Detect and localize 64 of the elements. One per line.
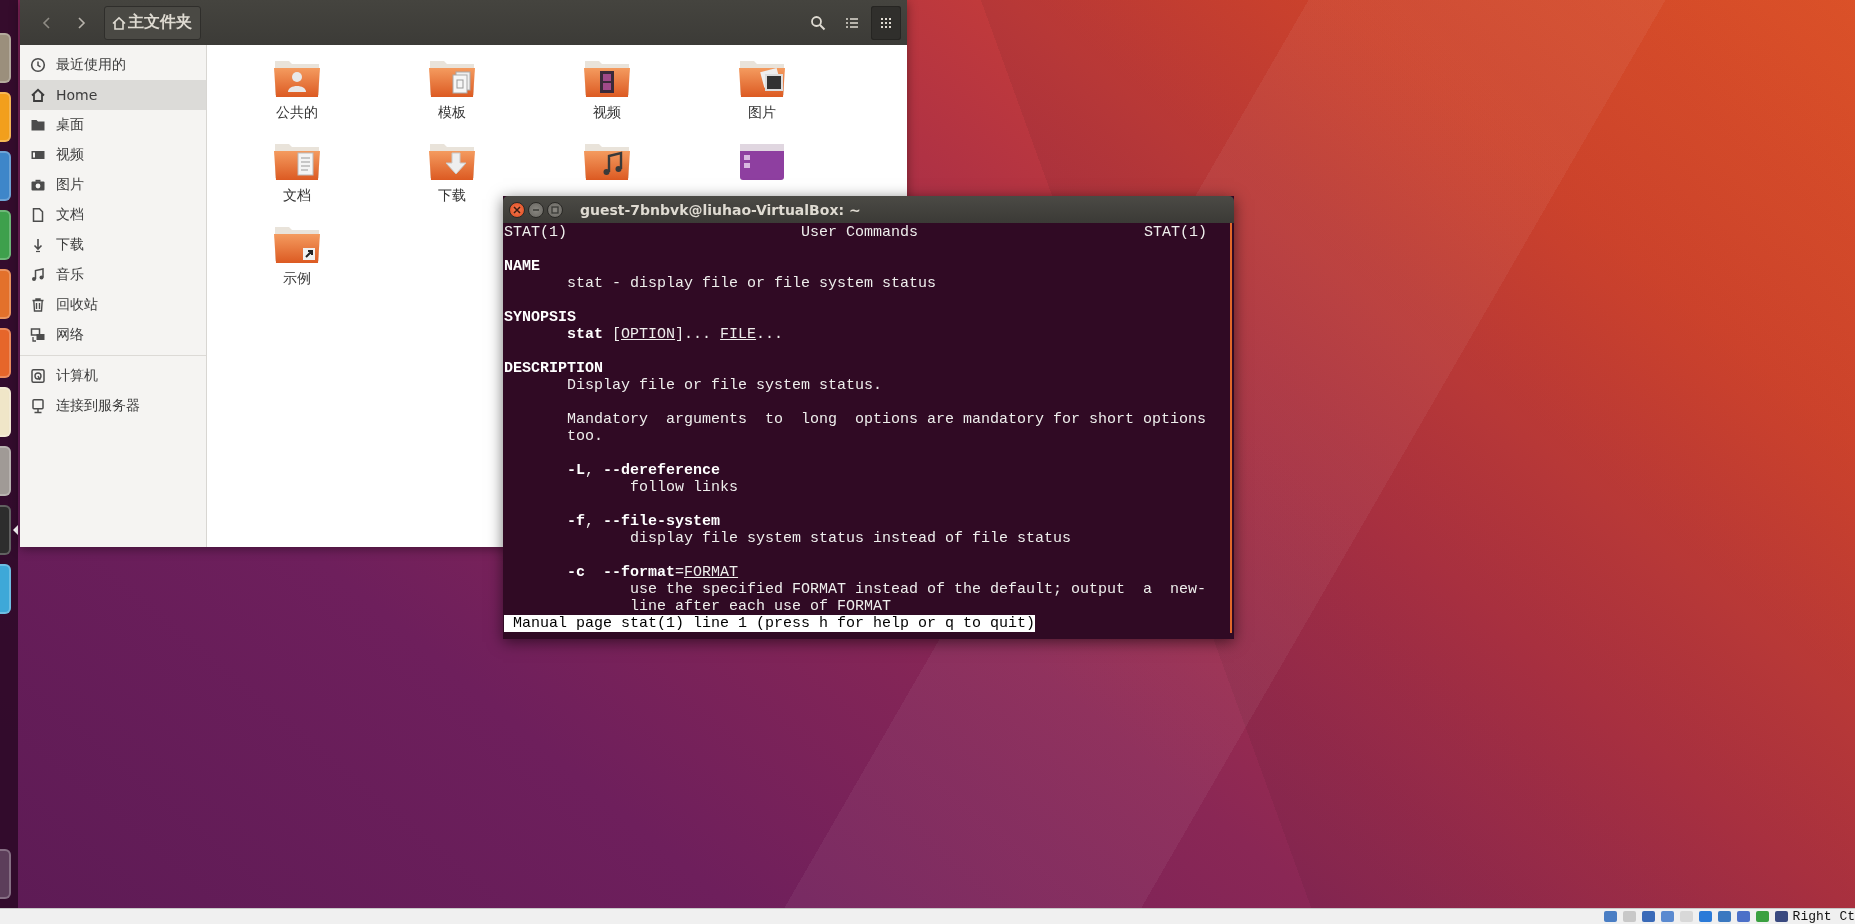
man-page-line: stat [OPTION]... FILE... (567, 326, 784, 343)
trash-icon (30, 297, 46, 313)
sidebar-item[interactable]: Home (20, 80, 206, 110)
sidebar-item[interactable]: 文档 (20, 200, 206, 230)
music-note-icon (30, 267, 46, 283)
man-page-line: Display file or file system status. (567, 377, 883, 394)
folder-name: 模板 (437, 104, 466, 122)
maximize-icon (551, 205, 559, 214)
sidebar-item[interactable]: 视频 (20, 140, 206, 170)
section-heading: NAME (504, 258, 540, 275)
home-icon (30, 87, 46, 103)
clock-icon (30, 57, 46, 73)
network-icon (30, 327, 46, 343)
pager-status: Manual page stat(1) line 1 (press h for help or q to quit) (504, 615, 1036, 632)
path-button[interactable]: 主文件夹 (104, 5, 201, 40)
window-title: guest-7bnbvk@liuhao-VirtualBox: ~ (580, 201, 861, 218)
list-icon (845, 16, 859, 29)
section-heading: SYNOPSIS (504, 309, 576, 326)
man-page-line: Mandatory arguments to long options are mandatory for short options (567, 411, 1207, 428)
man-page-line: -f, --file-system (567, 513, 721, 530)
section-heading: DESCRIPTION (504, 360, 604, 377)
man-page-line: -L, --dereference (567, 462, 721, 479)
folder-name: 下载 (437, 187, 466, 205)
man-page-line: line after each use of FORMAT (630, 598, 892, 615)
chevron-left-icon (41, 15, 53, 30)
folder-icon (30, 117, 46, 133)
sidebar-item[interactable]: 计算机 (20, 361, 206, 391)
man-page-line: follow links (630, 479, 739, 496)
close-icon (513, 205, 521, 214)
chevron-right-icon (75, 15, 87, 30)
scrollbar[interactable] (1230, 223, 1232, 633)
folder-name: 文档 (282, 187, 311, 205)
search-icon (810, 14, 826, 31)
sidebar-item[interactable]: 桌面 (20, 110, 206, 140)
folder-name: 公共的 (275, 104, 318, 122)
sidebar-item[interactable]: 最近使用的 (20, 50, 206, 80)
sidebar-item[interactable]: 连接到服务器 (20, 391, 206, 421)
maximize-button[interactable] (547, 201, 563, 218)
sidebar-item[interactable]: 图片 (20, 170, 206, 200)
man-page-name: STAT(1) (504, 224, 567, 241)
folder-name: 视频 (592, 104, 621, 122)
man-page-line: use the specified FORMAT instead of the default; output a new‐ (630, 581, 1207, 598)
sidebar-item[interactable]: 网络 (20, 320, 206, 350)
folder-name: 图片 (747, 104, 776, 122)
monitor-icon (30, 398, 46, 414)
man-page-name: STAT(1) (1144, 224, 1207, 241)
camera-icon (30, 177, 46, 193)
grid-view-button[interactable] (871, 5, 901, 40)
man-page-line: stat - display file or file system status (567, 275, 937, 292)
grid-icon (880, 16, 892, 29)
home-icon (111, 14, 127, 31)
document-icon (30, 207, 46, 223)
drive-icon (30, 368, 46, 384)
close-button[interactable] (509, 201, 525, 218)
manual-section-title: User Commands (801, 224, 919, 241)
man-page-line: -c --format=FORMAT (567, 564, 739, 581)
man-page-line: display file system status instead of file status (630, 530, 1072, 547)
sidebar-item[interactable]: 音乐 (20, 260, 206, 290)
sidebar-item[interactable]: 下载 (20, 230, 206, 260)
man-page-line: too. (567, 428, 603, 445)
sidebar-item[interactable]: 回收站 (20, 290, 206, 320)
folder-name: 示例 (282, 270, 311, 288)
host-key-label: Right Ct (1792, 909, 1855, 924)
minimize-button[interactable] (528, 201, 544, 218)
